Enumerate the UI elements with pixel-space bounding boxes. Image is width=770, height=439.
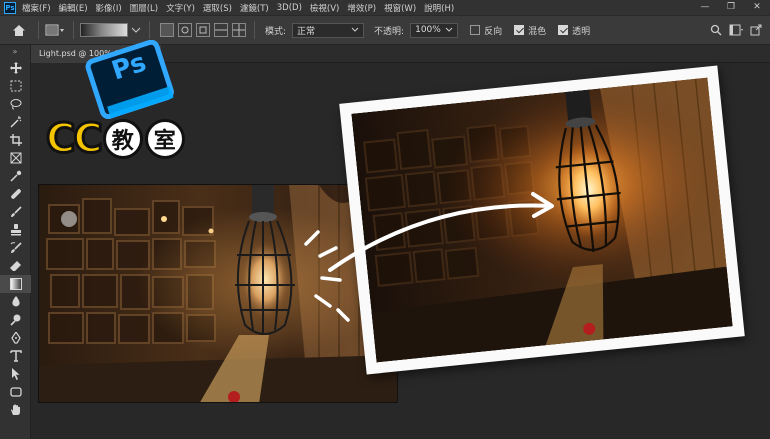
separator bbox=[149, 21, 150, 39]
options-bar-right-icons bbox=[706, 20, 766, 40]
crop-tool-icon[interactable] bbox=[0, 131, 31, 149]
reflected-gradient-button[interactable] bbox=[214, 23, 228, 37]
share-icon[interactable] bbox=[746, 20, 766, 40]
separator bbox=[38, 21, 39, 39]
gradient-tool-preset[interactable] bbox=[45, 23, 65, 37]
gradient-swatch[interactable] bbox=[80, 23, 128, 37]
menu-filter[interactable]: 濾鏡(T) bbox=[240, 2, 269, 14]
dodge-tool-icon[interactable] bbox=[0, 311, 31, 329]
lasso-tool-icon[interactable] bbox=[0, 95, 31, 113]
reverse-label: 反向 bbox=[484, 26, 503, 37]
dither-checkbox[interactable] bbox=[514, 25, 525, 35]
type-tool-icon[interactable] bbox=[0, 347, 31, 365]
opacity-input[interactable]: 100% bbox=[410, 22, 459, 38]
transparency-label: 透明 bbox=[572, 26, 591, 37]
search-icon[interactable] bbox=[706, 20, 726, 40]
gradient-type-group bbox=[156, 23, 246, 37]
cage-lamp-lit-photo bbox=[351, 77, 733, 363]
preview-photo-frame bbox=[351, 77, 733, 363]
menu-select[interactable]: 選取(S) bbox=[203, 2, 232, 14]
hand-tool-icon[interactable] bbox=[0, 401, 31, 419]
collapse-icon[interactable]: » bbox=[0, 45, 30, 59]
menu-3d[interactable]: 3D(D) bbox=[277, 3, 302, 13]
opacity-value: 100% bbox=[415, 25, 441, 35]
opacity-label: 不透明: bbox=[374, 26, 405, 37]
chevron-down-icon[interactable] bbox=[131, 25, 141, 35]
angle-gradient-button[interactable] bbox=[196, 23, 210, 37]
reverse-checkbox[interactable] bbox=[470, 25, 481, 35]
clone-stamp-tool-icon[interactable] bbox=[0, 221, 31, 239]
healing-brush-tool-icon[interactable] bbox=[0, 185, 31, 203]
canvas-image[interactable] bbox=[38, 184, 398, 403]
pen-tool-icon[interactable] bbox=[0, 329, 31, 347]
frame-tool-icon[interactable] bbox=[0, 149, 31, 167]
marquee-tool-icon[interactable] bbox=[0, 77, 31, 95]
home-icon[interactable] bbox=[8, 19, 30, 41]
mode-label: 模式: bbox=[265, 26, 287, 37]
cc-classroom-text: CC 教 室 bbox=[45, 115, 185, 164]
restore-button[interactable]: ❐ bbox=[718, 0, 744, 15]
separator bbox=[254, 21, 255, 39]
menu-window[interactable]: 視窗(W) bbox=[384, 2, 416, 14]
eyedropper-tool-icon[interactable] bbox=[0, 167, 31, 185]
menu-type[interactable]: 文字(Y) bbox=[166, 2, 195, 14]
gradient-picker[interactable] bbox=[80, 23, 141, 37]
chevron-down-icon bbox=[445, 27, 453, 32]
menu-bar: Ps 檔案(F) 編輯(E) 影像(I) 圖層(L) 文字(Y) 選取(S) 濾… bbox=[0, 0, 770, 15]
eraser-tool-icon[interactable] bbox=[0, 257, 31, 275]
menu-edit[interactable]: 編輯(E) bbox=[59, 2, 88, 14]
kanji-room: 室 bbox=[144, 119, 185, 159]
transparency-checkbox[interactable] bbox=[558, 25, 569, 35]
mode-select[interactable]: 正常 bbox=[292, 22, 365, 38]
menu-plugins[interactable]: 增效(P) bbox=[347, 2, 376, 14]
gradient-tool-icon bbox=[45, 24, 64, 36]
move-tool-icon[interactable] bbox=[0, 59, 31, 77]
shape-tool-icon[interactable] bbox=[0, 383, 31, 401]
cc-classroom-logo: Ps CC 教 室 bbox=[45, 40, 226, 170]
magic-wand-tool-icon[interactable] bbox=[0, 113, 31, 131]
gradient-tool-icon[interactable] bbox=[0, 275, 31, 293]
linear-gradient-button[interactable] bbox=[160, 23, 174, 37]
path-selection-tool-icon[interactable] bbox=[0, 365, 31, 383]
chevron-down-icon bbox=[351, 27, 359, 32]
kanji-teach: 教 bbox=[102, 119, 143, 159]
workspace-icon[interactable] bbox=[726, 20, 746, 40]
blur-tool-icon[interactable] bbox=[0, 293, 31, 311]
cage-lamp-photo bbox=[39, 185, 397, 402]
history-brush-tool-icon[interactable] bbox=[0, 239, 31, 257]
menu-layer[interactable]: 圖層(L) bbox=[130, 2, 158, 14]
cc-letters: CC bbox=[45, 115, 105, 164]
separator bbox=[73, 21, 74, 39]
window-controls: — ❐ ✕ bbox=[692, 0, 770, 15]
menu-file[interactable]: 檔案(F) bbox=[22, 2, 51, 14]
dither-label: 混色 bbox=[528, 26, 547, 37]
tools-panel: » bbox=[0, 45, 31, 439]
menu-image[interactable]: 影像(I) bbox=[96, 2, 122, 14]
minimize-button[interactable]: — bbox=[692, 0, 718, 15]
mode-value: 正常 bbox=[297, 26, 316, 37]
preview-photo-card bbox=[339, 65, 745, 375]
brush-tool-icon[interactable] bbox=[0, 203, 31, 221]
close-button[interactable]: ✕ bbox=[744, 0, 770, 15]
menu-help[interactable]: 說明(H) bbox=[424, 2, 454, 14]
menu-view[interactable]: 檢視(V) bbox=[310, 2, 339, 14]
diamond-gradient-button[interactable] bbox=[232, 23, 246, 37]
radial-gradient-button[interactable] bbox=[178, 23, 192, 37]
photoshop-logo-icon[interactable]: Ps bbox=[4, 1, 16, 14]
